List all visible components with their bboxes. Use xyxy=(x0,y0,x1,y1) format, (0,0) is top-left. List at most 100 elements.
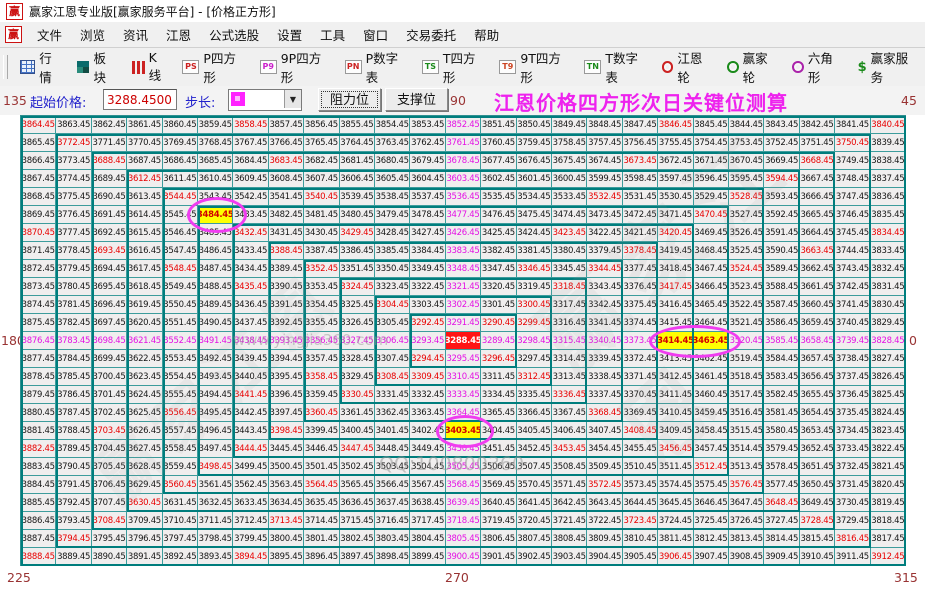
price-cell: 3905.45 xyxy=(622,548,659,566)
price-cell: 3776.45 xyxy=(56,206,92,224)
price-cell: 3893.45 xyxy=(198,548,234,566)
menu-item-交易委托[interactable]: 交易委托 xyxy=(397,25,465,44)
price-cell: 3784.45 xyxy=(56,350,92,368)
toolbar-button-板块[interactable]: 板块 xyxy=(70,51,124,85)
price-cell: 3560.45 xyxy=(162,476,198,494)
toolbar-button-9P四方形[interactable]: P9 9P四方形 xyxy=(253,51,338,85)
price-cell: 3884.45 xyxy=(21,476,57,494)
menu-item-设置[interactable]: 设置 xyxy=(268,25,311,44)
price-cell: 3328.45 xyxy=(339,350,375,368)
price-cell: 3314.45 xyxy=(552,350,588,368)
price-cell: 3730.45 xyxy=(835,494,871,512)
price-cell: 3458.45 xyxy=(693,422,729,440)
price-cell: 3438.45 xyxy=(233,332,269,350)
price-cell: 3854.45 xyxy=(375,116,411,134)
toolbar-button-赢家轮[interactable]: 赢家轮 xyxy=(720,51,785,85)
price-cell: 3501.45 xyxy=(304,458,340,476)
menu-item-窗口[interactable]: 窗口 xyxy=(354,25,397,44)
price-cell: 3354.45 xyxy=(304,296,340,314)
price-cell: 3529.45 xyxy=(693,188,729,206)
price-cell: 3889.45 xyxy=(56,548,92,566)
toolbar-button-P四方形[interactable]: PS P四方形 xyxy=(175,51,252,85)
price-cell: 3556.45 xyxy=(162,404,198,422)
price-cell: 3343.45 xyxy=(587,278,623,296)
price-cell: 3420.45 xyxy=(658,224,694,242)
toolbar-drag-handle xyxy=(3,55,8,79)
price-cell: 3326.45 xyxy=(339,314,375,332)
price-cell: 3369.45 xyxy=(622,404,659,422)
toolbar-button-K线[interactable]: K线 xyxy=(124,50,175,83)
price-cell: 3466.45 xyxy=(693,278,729,296)
price-cell: 3563.45 xyxy=(268,476,305,494)
price-cell: 3640.45 xyxy=(481,494,517,512)
price-cell: 3674.45 xyxy=(587,152,623,170)
price-cell: 3634.45 xyxy=(268,494,305,512)
price-cell: 3540.45 xyxy=(304,188,340,206)
toolbar-button-赢家服务[interactable]: $ 赢家服务 xyxy=(851,51,925,85)
price-cell: 3796.45 xyxy=(127,530,163,548)
menu-item-文件[interactable]: 文件 xyxy=(28,25,71,44)
price-cell: 3569.45 xyxy=(481,476,517,494)
price-cell: 3611.45 xyxy=(162,170,198,188)
price-cell: 3682.45 xyxy=(304,152,340,170)
price-cell: 3327.45 xyxy=(339,332,375,350)
price-cell: 3401.45 xyxy=(375,422,411,440)
resistance-button[interactable]: 阻力位 xyxy=(318,88,381,111)
price-cell: 3300.45 xyxy=(516,296,552,314)
price-cell: 3375.45 xyxy=(622,296,659,314)
price-cell: 3777.45 xyxy=(56,224,92,242)
price-cell: 3826.45 xyxy=(870,368,906,386)
price-cell: 3601.45 xyxy=(516,170,552,188)
price-cell: 3519.45 xyxy=(729,350,765,368)
start-price-input[interactable] xyxy=(103,89,177,110)
support-button[interactable]: 支撑位 xyxy=(385,88,448,111)
menu-item-江恩[interactable]: 江恩 xyxy=(157,25,200,44)
toolbar-button-行情[interactable]: 行情 xyxy=(13,51,70,85)
price-cell: 3872.45 xyxy=(21,260,57,278)
price-cell: 3453.45 xyxy=(552,440,588,458)
price-cell: 3641.45 xyxy=(516,494,552,512)
price-cell: 3858.45 xyxy=(233,116,269,134)
price-cell: 3411.45 xyxy=(658,386,694,404)
step-dropdown[interactable]: ▼ xyxy=(228,89,302,111)
toolbar-button-T数字表[interactable]: TN T数字表 xyxy=(577,51,654,85)
toolbar-button-9T四方形[interactable]: T9 9T四方形 xyxy=(492,51,577,85)
menu-item-帮助[interactable]: 帮助 xyxy=(465,25,508,44)
price-cell: 3775.45 xyxy=(56,188,92,206)
toolbar-button-P数字表[interactable]: PN P数字表 xyxy=(338,51,415,85)
price-cell: 3426.45 xyxy=(445,224,482,242)
price-cell: 3478.45 xyxy=(410,206,446,224)
price-cell: 3910.45 xyxy=(799,548,836,566)
chevron-down-icon[interactable]: ▼ xyxy=(284,90,301,108)
price-cell: 3402.45 xyxy=(410,422,446,440)
price-cell: 3441.45 xyxy=(233,386,269,404)
price-cell: 3373.45 xyxy=(622,332,659,350)
price-cell: 3578.45 xyxy=(764,458,800,476)
toolbar-button-六角形[interactable]: 六角形 xyxy=(785,51,850,85)
menu-item-浏览[interactable]: 浏览 xyxy=(71,25,114,44)
price-cell: 3840.45 xyxy=(870,116,906,134)
price-cell: 3491.45 xyxy=(198,332,234,350)
price-cell: 3562.45 xyxy=(233,476,269,494)
price-cell: 3387.45 xyxy=(304,242,340,260)
price-cell: 3903.45 xyxy=(552,548,588,566)
price-cell: 3460.45 xyxy=(693,386,729,404)
toolbar-button-T四方形[interactable]: TS T四方形 xyxy=(415,51,492,85)
price-cell: 3629.45 xyxy=(127,476,163,494)
price-cell: 3319.45 xyxy=(516,278,552,296)
price-cell: 3867.45 xyxy=(21,170,57,188)
toolbar-button-江恩轮[interactable]: 江恩轮 xyxy=(655,51,720,85)
price-cell: 3878.45 xyxy=(21,368,57,386)
menu-item-资讯[interactable]: 资讯 xyxy=(114,25,157,44)
lbx: PS xyxy=(182,60,200,74)
menu-item-工具[interactable]: 工具 xyxy=(311,25,354,44)
price-cell: 3346.45 xyxy=(516,260,552,278)
price-cell: 3707.45 xyxy=(91,494,128,512)
toolbar-label: K线 xyxy=(148,50,162,83)
price-cell: 3502.45 xyxy=(339,458,375,476)
menu-item-公式选股[interactable]: 公式选股 xyxy=(200,25,268,44)
price-cell: 3749.45 xyxy=(835,152,871,170)
price-cell: 3472.45 xyxy=(622,206,659,224)
price-cell: 3678.45 xyxy=(445,152,482,170)
price-cell: 3337.45 xyxy=(587,386,623,404)
